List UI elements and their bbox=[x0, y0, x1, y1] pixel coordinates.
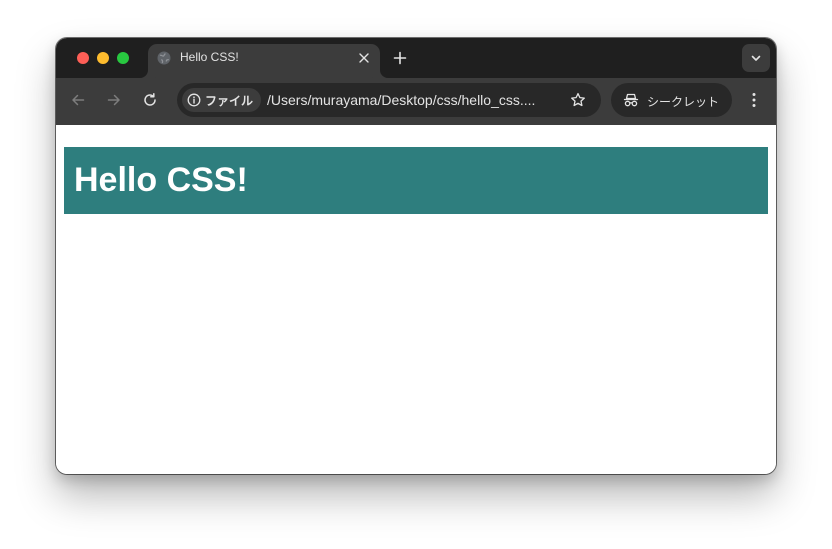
tab-title: Hello CSS! bbox=[180, 50, 239, 64]
incognito-indicator[interactable]: シークレット bbox=[611, 83, 732, 117]
forward-arrow-icon[interactable] bbox=[106, 92, 122, 108]
site-info-chip[interactable]: ファイル bbox=[182, 88, 262, 112]
close-tab-icon[interactable] bbox=[358, 52, 370, 64]
info-icon bbox=[187, 93, 201, 107]
site-info-label: ファイル bbox=[205, 93, 254, 108]
incognito-icon bbox=[623, 93, 639, 107]
new-tab-plus-icon[interactable] bbox=[392, 50, 408, 66]
tab-strip: Hello CSS! bbox=[56, 38, 776, 78]
globe-icon bbox=[157, 51, 171, 65]
page-heading: Hello CSS! bbox=[64, 147, 768, 214]
window-maximize-button[interactable] bbox=[117, 52, 129, 64]
incognito-label: シークレット bbox=[647, 95, 720, 109]
url-text[interactable]: /Users/murayama/Desktop/css/hello_css...… bbox=[267, 92, 535, 108]
page-viewport: Hello CSS! bbox=[56, 125, 776, 474]
kebab-menu-icon[interactable] bbox=[746, 91, 762, 109]
tab-active[interactable]: Hello CSS! bbox=[148, 44, 380, 78]
tab-search-button[interactable] bbox=[742, 44, 770, 72]
window-minimize-button[interactable] bbox=[97, 52, 109, 64]
back-arrow-icon[interactable] bbox=[70, 92, 86, 108]
bookmark-star-icon[interactable] bbox=[570, 92, 586, 108]
address-bar[interactable]: ファイル /Users/murayama/Desktop/css/hello_c… bbox=[177, 83, 601, 117]
browser-toolbar: ファイル /Users/murayama/Desktop/css/hello_c… bbox=[56, 78, 776, 125]
chevron-down-icon bbox=[751, 55, 761, 61]
browser-window: Hello CSS! ファイル /Users/murayama/Desktop/… bbox=[56, 38, 776, 474]
window-close-button[interactable] bbox=[77, 52, 89, 64]
reload-icon[interactable] bbox=[142, 92, 158, 108]
